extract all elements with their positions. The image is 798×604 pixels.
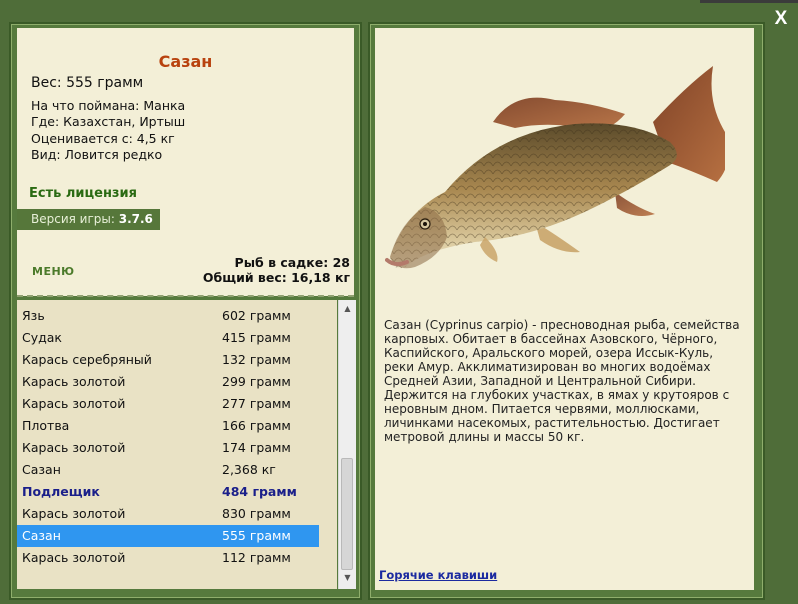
fish-count: Рыб в садке: 28 — [234, 255, 350, 270]
item-weight: 415 грамм — [222, 330, 291, 345]
list-item[interactable]: Плотва 166 грамм — [17, 415, 337, 437]
item-name: Плотва — [22, 418, 70, 433]
scroll-thumb[interactable] — [341, 458, 353, 570]
item-name: Карась золотой — [22, 506, 126, 521]
divider — [17, 295, 354, 297]
list-scrollbar[interactable]: ▲ ▼ — [338, 300, 356, 589]
version-label: Версия игры: — [31, 212, 119, 226]
value-text: Оценивается с: 4,5 кг — [31, 130, 175, 146]
item-weight: 277 грамм — [222, 396, 291, 411]
list-item[interactable]: Карась золотой 299 грамм — [17, 371, 337, 393]
menu-button[interactable]: МЕНЮ — [32, 265, 75, 278]
item-weight: 166 грамм — [222, 418, 291, 433]
list-item[interactable]: Карась золотой 277 грамм — [17, 393, 337, 415]
item-name: Язь — [22, 308, 45, 323]
carp-image — [385, 66, 725, 269]
catch-list: Язь 602 грамм Судак 415 грамм Карась сереб… — [17, 300, 337, 589]
item-weight: 132 грамм — [222, 352, 291, 367]
total-weight: Общий вес: 16,18 кг — [202, 270, 350, 285]
list-item-selected[interactable]: Сазан 555 грамм — [17, 525, 319, 547]
item-weight: 484 грамм — [222, 484, 297, 499]
version-bar: Версия игры: 3.7.6 — [17, 209, 160, 230]
scroll-up-icon[interactable]: ▲ — [339, 302, 356, 316]
item-name: Судак — [22, 330, 62, 345]
item-name: Подлещик — [22, 484, 100, 499]
fish-weight: Вес: 555 грамм — [31, 75, 144, 91]
item-name: Карась золотой — [22, 550, 126, 565]
list-item[interactable]: Сазан 2,368 кг — [17, 459, 337, 481]
item-name: Сазан — [22, 462, 61, 477]
item-name: Карась золотой — [22, 440, 126, 455]
list-item[interactable]: Карась золотой 112 грамм — [17, 547, 337, 569]
list-item[interactable]: Судак 415 грамм — [17, 327, 337, 349]
item-name: Сазан — [22, 528, 61, 543]
item-name: Карась серебряный — [22, 352, 152, 367]
place-text: Где: Казахстан, Иртыш — [31, 114, 186, 130]
item-weight: 299 грамм — [222, 374, 291, 389]
list-item[interactable]: Подлещик 484 грамм — [17, 481, 337, 503]
item-weight: 112 грамм — [222, 550, 291, 565]
item-weight: 830 грамм — [222, 506, 291, 521]
scroll-down-icon[interactable]: ▼ — [339, 571, 356, 585]
fish-description: Сазан (Cyprinus carpio) - пресноводная р… — [384, 318, 740, 444]
item-name: Карась золотой — [22, 374, 126, 389]
list-item[interactable]: Карась серебряный 132 грамм — [17, 349, 337, 371]
hotkeys-link[interactable]: Горячие клавиши — [379, 568, 497, 582]
item-weight: 174 грамм — [222, 440, 291, 455]
keepnet-stats: Рыб в садке: 28 Общий вес: 16,18 кг — [203, 255, 350, 285]
item-name: Карась золотой — [22, 396, 126, 411]
item-weight: 555 грамм — [222, 528, 291, 543]
item-weight: 2,368 кг — [222, 462, 276, 477]
license-status: Есть лицензия — [29, 186, 137, 201]
close-icon[interactable]: X — [772, 9, 790, 29]
version-value: 3.7.6 — [118, 212, 153, 226]
fish-attributes: На что поймана: Манка Где: Казахстан, Ир… — [31, 98, 185, 163]
list-item[interactable]: Карась золотой 830 грамм — [17, 503, 337, 525]
top-strip — [700, 0, 798, 3]
kind-text: Вид: Ловится редко — [31, 146, 163, 162]
bait-text: На что поймана: Манка — [31, 98, 186, 113]
item-weight: 602 грамм — [222, 308, 291, 323]
list-item[interactable]: Карась золотой 174 грамм — [17, 437, 337, 459]
catch-info-panel: Сазан Вес: 555 грамм На что поймана: Ман… — [17, 28, 354, 296]
list-item[interactable]: Язь 602 грамм — [17, 305, 337, 327]
fish-title: Сазан — [158, 52, 213, 71]
